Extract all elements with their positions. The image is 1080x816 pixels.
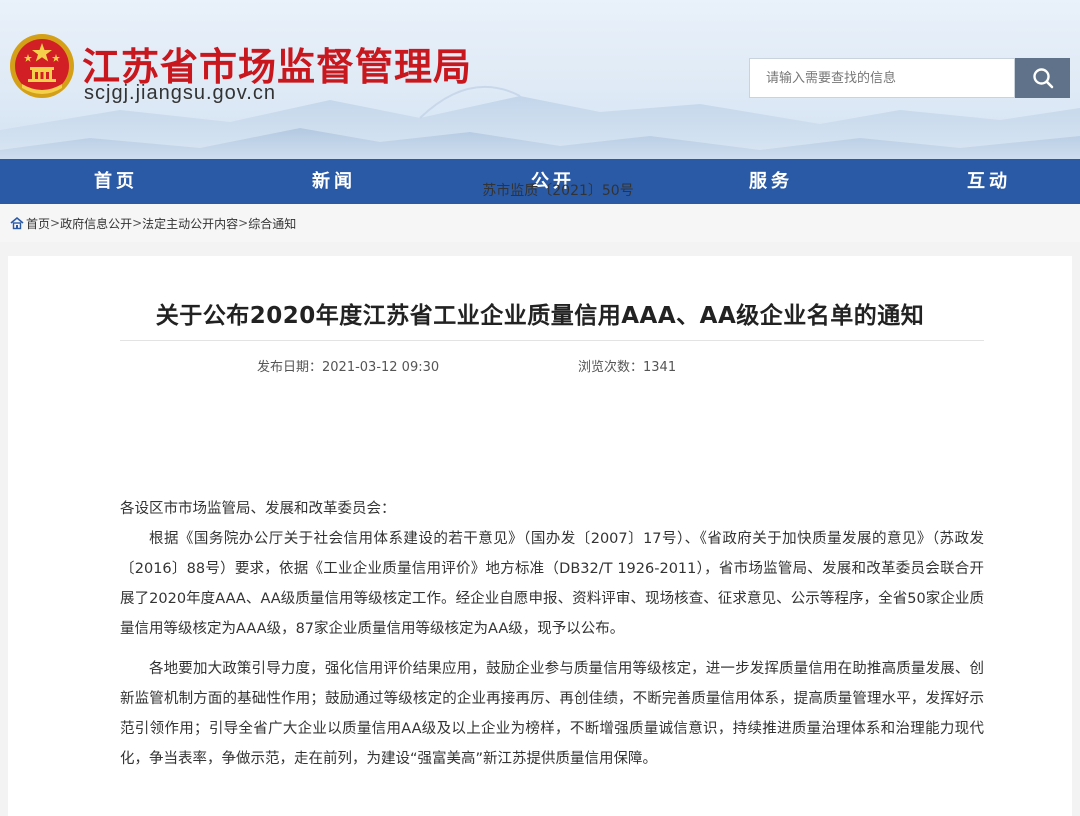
title-divider [120,340,984,341]
publish-date: 发布日期：2021-03-12 09:30 [257,360,440,375]
home-icon [10,216,24,230]
breadcrumb-separator: > [238,216,249,230]
breadcrumb-separator: > [132,216,143,230]
breadcrumb-general-notice[interactable]: 综合通知 [248,215,296,232]
document-number: 苏市监质〔2021〕50号 [482,183,634,199]
salutation: 各设区市市场监管局、发展和改革委员会： [120,501,396,517]
article-paragraph-2: 各地要加大政策引导力度，强化信用评价结果应用，鼓励企业参与质量信用等级核定，进一… [120,661,984,767]
search-box [749,58,1015,98]
breadcrumb-statutory-content[interactable]: 法定主动公开内容 [142,215,238,232]
article-title: 关于公布2020年度江苏省工业企业质量信用AAA、AA级企业名单的通知 [155,303,925,329]
view-count: 浏览次数：1341 [578,360,677,375]
breadcrumb-separator: > [50,216,61,230]
breadcrumb-home[interactable]: 首页 [26,215,50,232]
breadcrumb-gov-info[interactable]: 政府信息公开 [60,215,132,232]
article-paragraph-1: 根据《国务院办公厅关于社会信用体系建设的若干意见》（国办发〔2007〕17号）、… [120,531,984,637]
site-header: 江苏省市场监督管理局 scjgj.jiangsu.gov.cn [0,0,1080,159]
search-button[interactable] [1015,58,1070,98]
site-domain: scjgj.jiangsu.gov.cn [84,82,276,104]
search-input[interactable] [750,59,1014,97]
search-icon [1032,68,1053,89]
national-emblem-icon [8,32,76,100]
breadcrumb: 首页 > 政府信息公开 > 法定主动公开内容 > 综合通知 [0,204,1080,242]
